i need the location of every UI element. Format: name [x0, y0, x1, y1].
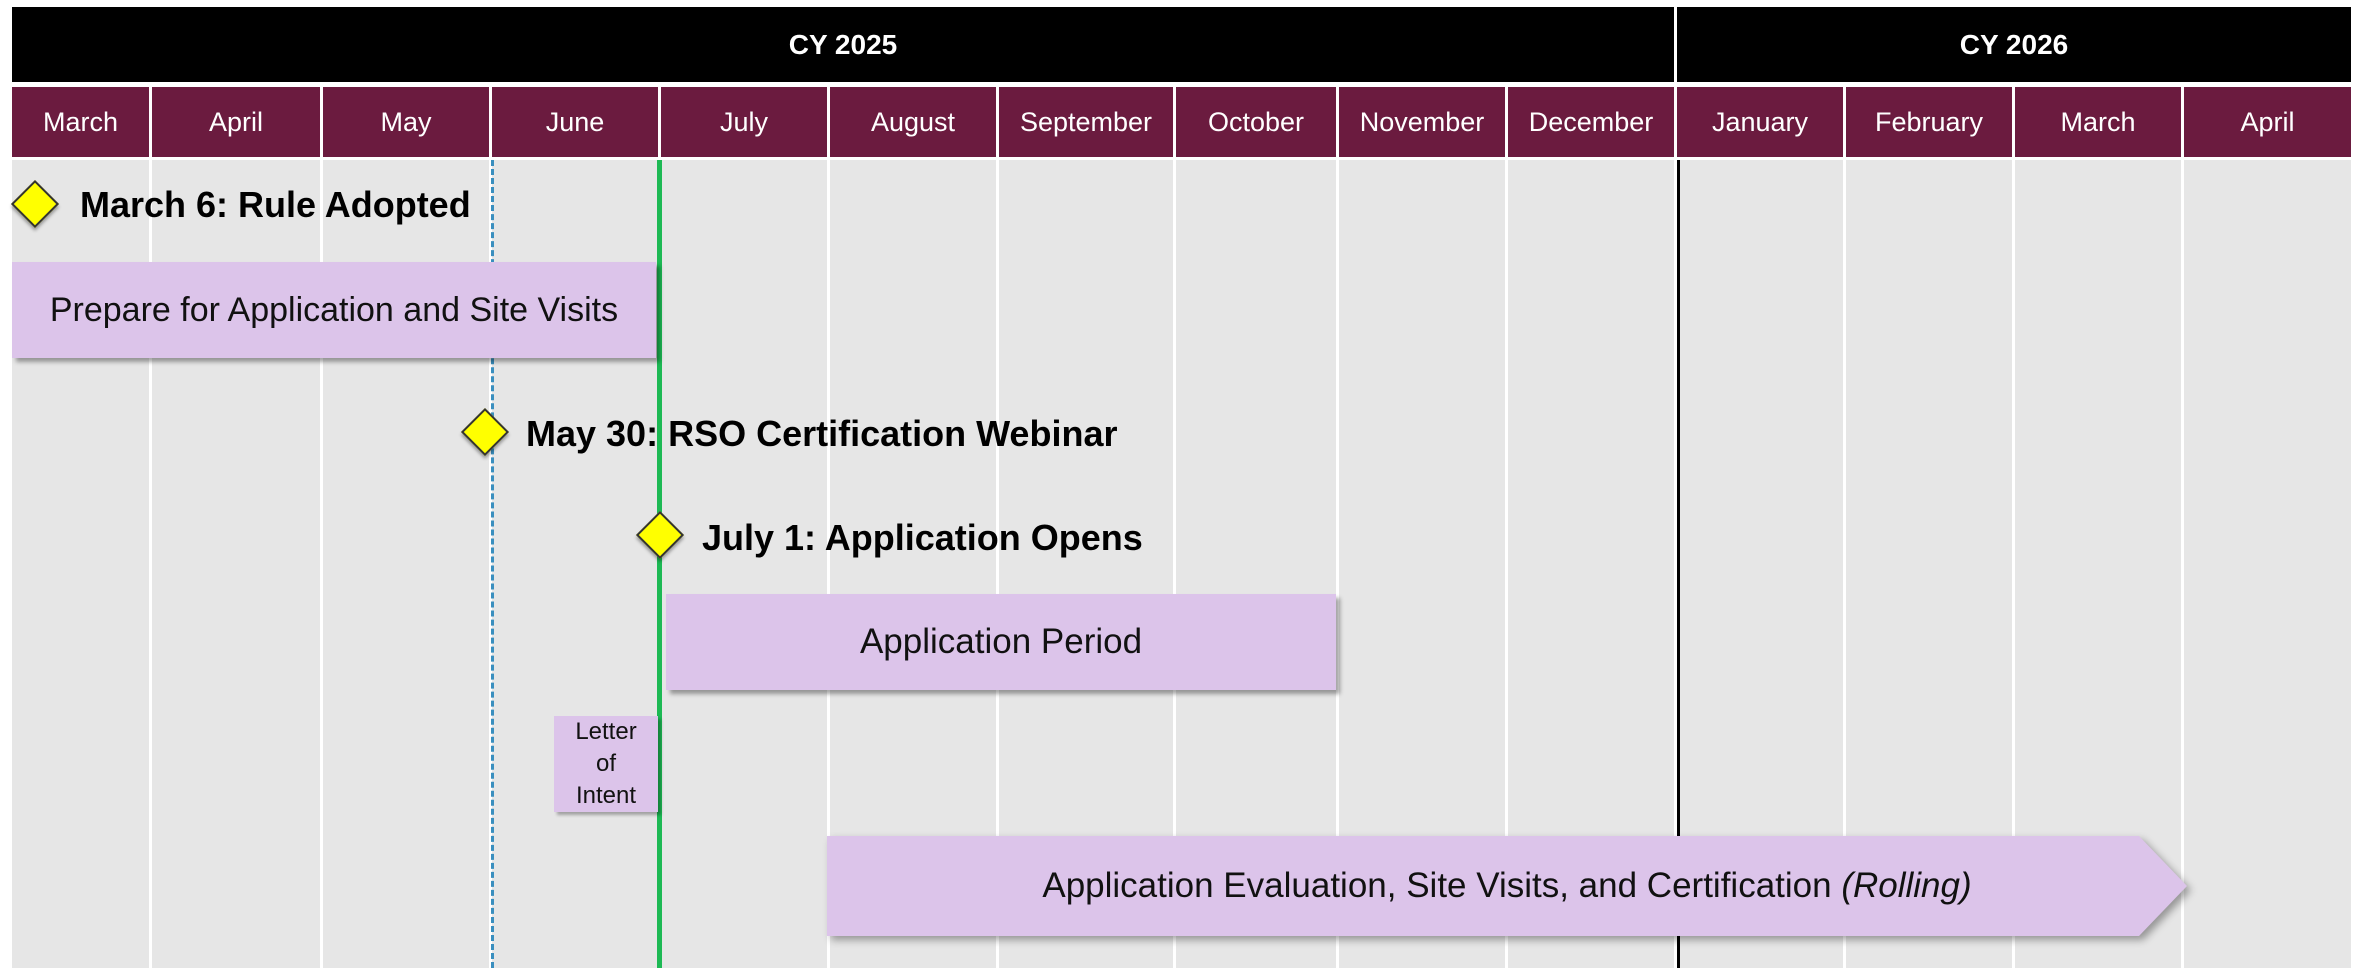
bar-evaluation-rolling: (Rolling): [1841, 866, 1972, 905]
bar-evaluation-certification: Application Evaluation, Site Visits, and…: [827, 836, 2187, 936]
month-cell: January: [1677, 87, 1843, 157]
bar-application-period-label: Application Period: [859, 622, 1143, 661]
milestone-application-opens: July 1: Application Opens: [702, 517, 1143, 558]
month-cell: November: [1339, 87, 1505, 157]
bar-letter-of-intent-label: Letter of Intent: [575, 718, 637, 809]
bar-prepare-application: Prepare for Application and Site Visits: [12, 262, 656, 358]
bar-application-period: Application Period: [666, 594, 1336, 690]
month-cell: March: [2015, 87, 2181, 157]
month-column: [661, 160, 827, 968]
timeline-canvas: CY 2025 CY 2026 March April May June July Augu…: [0, 0, 2362, 968]
month-cell: August: [830, 87, 996, 157]
month-cell: September: [999, 87, 1173, 157]
bar-prepare-label: Prepare for Application and Site Visits: [49, 290, 619, 329]
month-column: [2184, 160, 2351, 968]
milestone-rso-webinar: May 30: RSO Certification Webinar: [526, 413, 1118, 454]
bar-evaluation-text: Application Evaluation, Site Visits, and…: [827, 836, 2187, 936]
bar-evaluation-label: Application Evaluation, Site Visits, and…: [1042, 866, 1832, 905]
milestone-rule-adopted: March 6: Rule Adopted: [80, 184, 471, 225]
year-cell: CY 2026: [1677, 7, 2351, 82]
month-cell: December: [1508, 87, 1674, 157]
month-cell: July: [661, 87, 827, 157]
month-cell: May: [323, 87, 489, 157]
month-cell: April: [152, 87, 320, 157]
month-cell: February: [1846, 87, 2012, 157]
month-cell: October: [1176, 87, 1336, 157]
month-cell: April: [2184, 87, 2351, 157]
month-cell: March: [12, 87, 149, 157]
year-cell: CY 2025: [12, 7, 1674, 82]
month-cell: June: [492, 87, 658, 157]
july-1-line: [657, 160, 662, 968]
bar-letter-of-intent: Letter of Intent: [554, 716, 658, 812]
